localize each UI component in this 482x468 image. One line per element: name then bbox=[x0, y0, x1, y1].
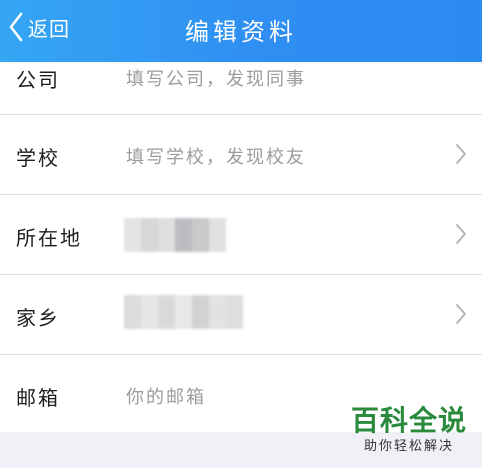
row-label-school: 学校 bbox=[16, 146, 60, 170]
row-label-company: 公司 bbox=[16, 68, 60, 92]
hometown-value-obscured bbox=[124, 295, 243, 329]
row-label-hometown: 家乡 bbox=[16, 306, 60, 330]
row-company[interactable]: 公司 填写公司，发现同事 bbox=[0, 62, 482, 115]
chevron-right-icon bbox=[456, 144, 466, 164]
row-school[interactable]: 学校 填写学校，发现校友 bbox=[0, 115, 482, 195]
page-title: 编辑资料 bbox=[185, 18, 297, 46]
school-input[interactable]: 填写学校，发现校友 bbox=[126, 143, 306, 169]
chevron-right-icon bbox=[456, 224, 466, 244]
chevron-right-icon bbox=[456, 304, 466, 324]
row-hometown[interactable]: 家乡 bbox=[0, 275, 482, 355]
watermark-subtitle: 助你轻松解决 bbox=[363, 439, 454, 454]
row-location[interactable]: 所在地 bbox=[0, 195, 482, 275]
location-value-obscured bbox=[124, 218, 226, 252]
profile-form-list: 公司 填写公司，发现同事 学校 填写学校，发现校友 所在地 家乡 邮箱 你的邮箱 bbox=[0, 62, 482, 435]
watermark-title: 百科全说 bbox=[350, 404, 467, 437]
company-input[interactable]: 填写公司，发现同事 bbox=[126, 65, 306, 91]
watermark: 百科全说 助你轻松解决 bbox=[342, 404, 476, 456]
row-label-location: 所在地 bbox=[16, 226, 82, 250]
navigation-bar: 返回 编辑资料 bbox=[0, 0, 482, 62]
email-input[interactable]: 你的邮箱 bbox=[126, 383, 206, 409]
row-label-email: 邮箱 bbox=[16, 386, 60, 410]
